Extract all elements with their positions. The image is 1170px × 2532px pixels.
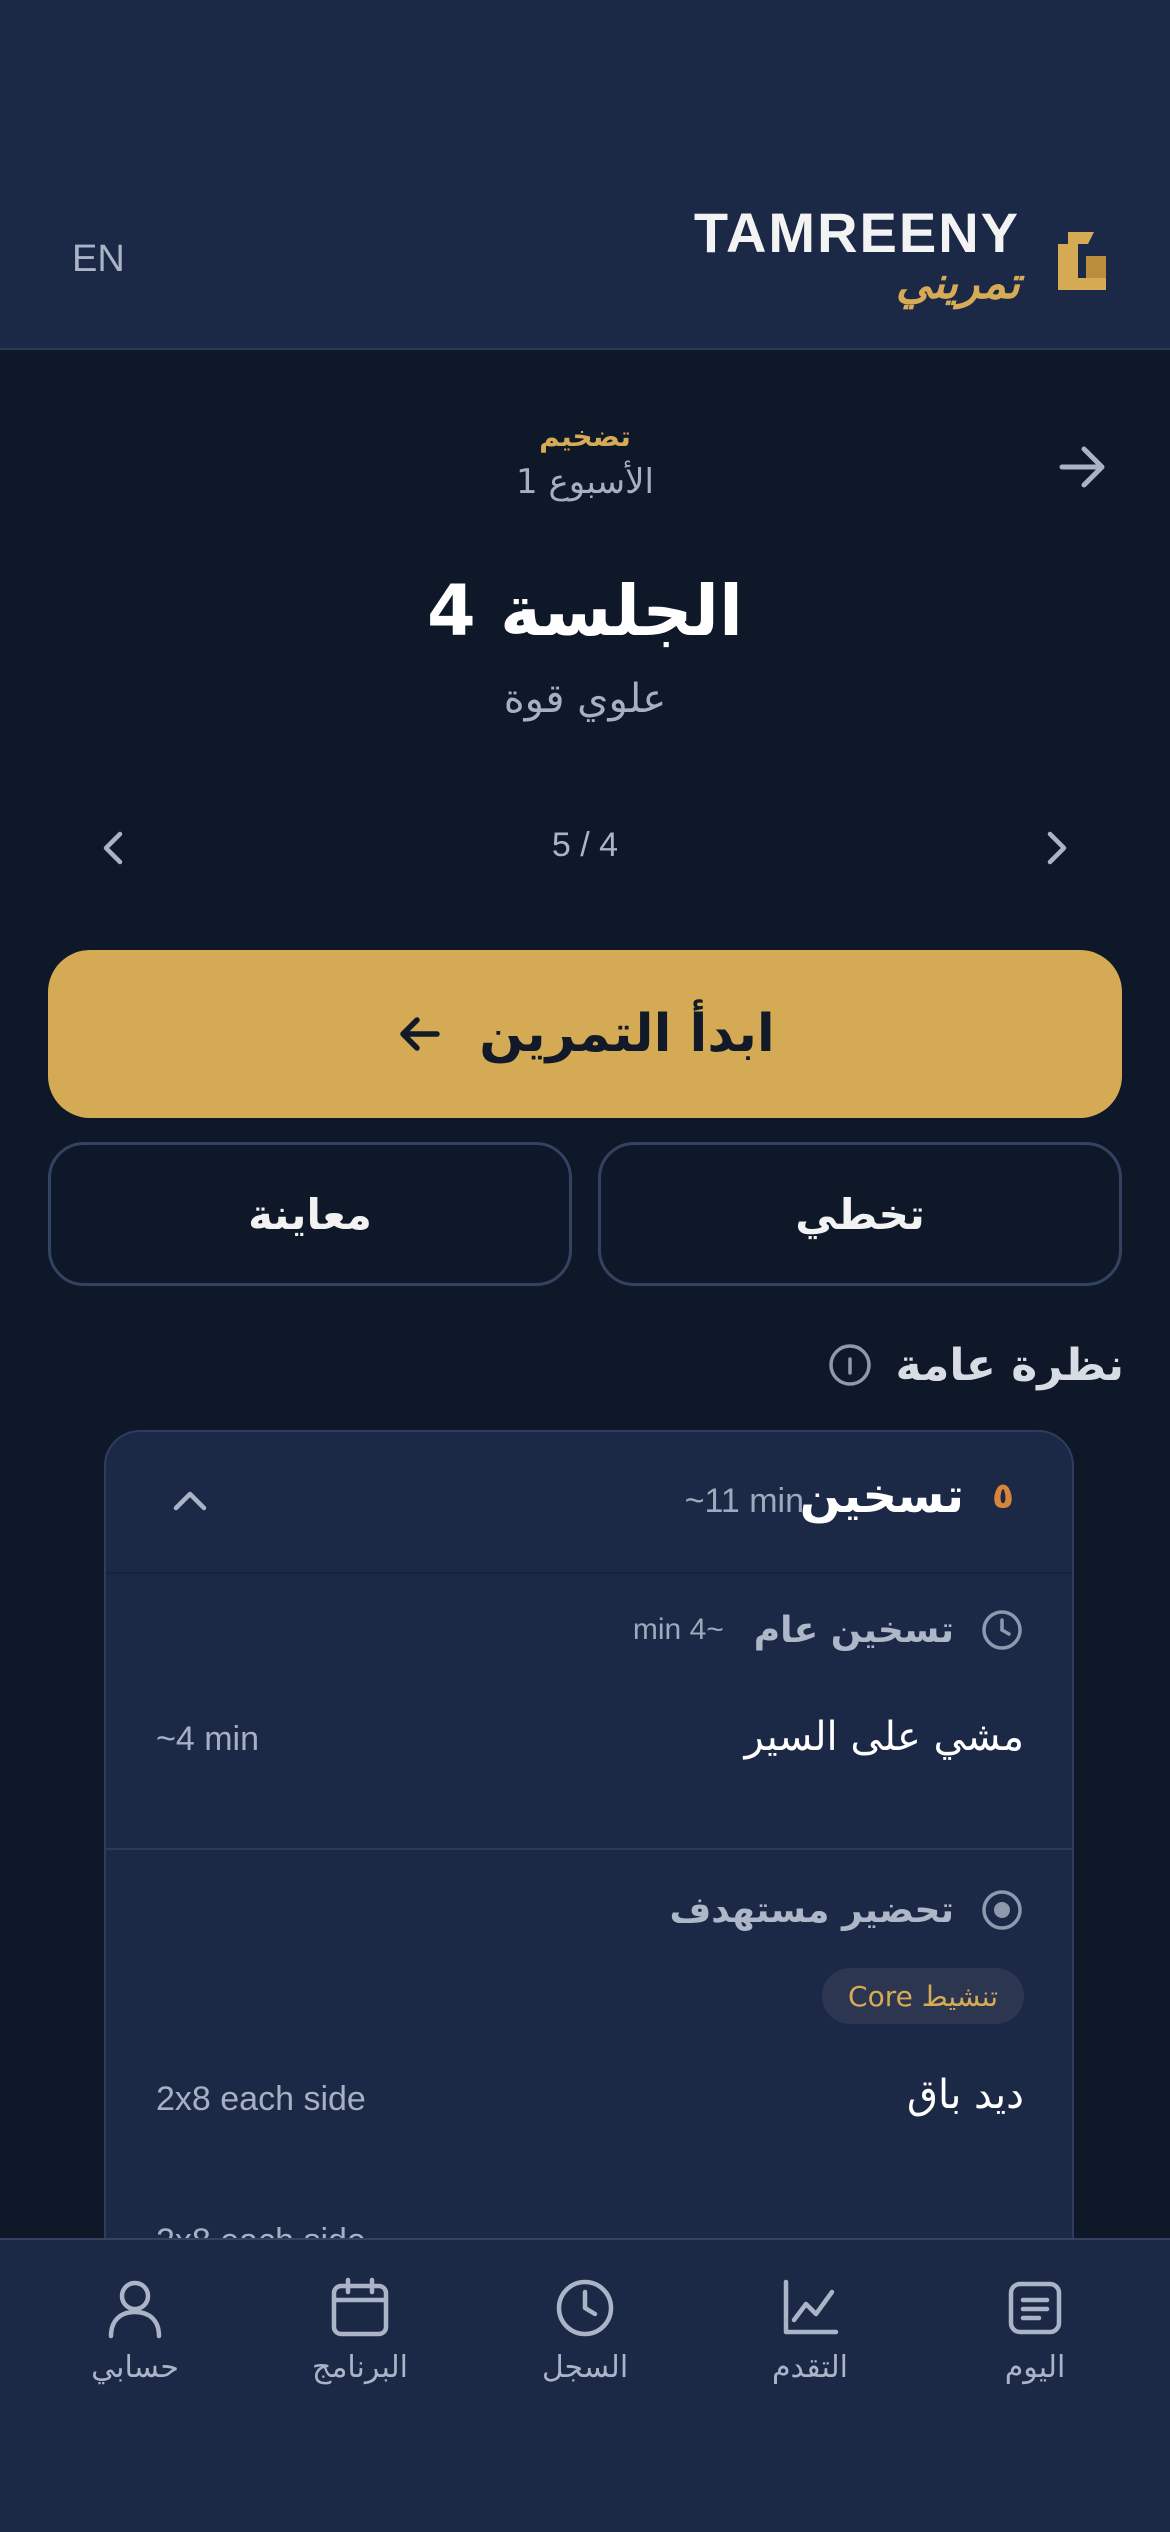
exercise-name[interactable]: ديد باق [907, 2072, 1024, 2118]
nav-label: السجل [541, 2350, 629, 2385]
exercise-detail: ~4 min [156, 1720, 259, 1758]
bottom-nav: اليوم التقدم السجل البرنامج حسابي [0, 2238, 1170, 2532]
target-icon [982, 1890, 1022, 1930]
section-general-warmup: تسخين عام ~4 min [633, 1602, 1024, 1658]
session-subtitle: علوي قوة [503, 676, 667, 722]
nav-item-progress[interactable]: التقدم [710, 2276, 910, 2385]
info-icon[interactable] [827, 1342, 873, 1388]
section-title: تحضير مستهدف [669, 1889, 954, 1931]
section-duration: ~4 min [632, 1613, 724, 1646]
warmup-number: ٥ [992, 1476, 1014, 1517]
history-clock-icon [556, 2279, 614, 2337]
nav-item-history[interactable]: السجل [485, 2276, 685, 2385]
calendar-icon [331, 2277, 389, 2337]
preview-button[interactable]: معاينة [48, 1142, 572, 1286]
nav-label: البرنامج [311, 2350, 408, 2385]
nav-label: التقدم [771, 2350, 849, 2385]
tamreeny-logo-icon [1058, 232, 1106, 290]
card-header-divider [106, 1572, 1072, 1574]
warmup-title: تسخين [799, 1468, 964, 1524]
nav-label: حسابي [91, 2350, 179, 2385]
today-icon [1008, 2281, 1062, 2335]
skip-button[interactable]: تخطي [598, 1142, 1122, 1286]
exercise-name[interactable]: مشي على السير [745, 1714, 1024, 1760]
chevron-up-icon[interactable] [164, 1476, 216, 1528]
section-title: تسخين عام [753, 1609, 954, 1651]
overview-header: نظرة عامة [827, 1330, 1124, 1400]
arrow-left-icon [400, 1017, 441, 1051]
app-header: EN TAMREENY تمريني [0, 0, 1170, 350]
nav-label: اليوم [1004, 2350, 1066, 2385]
brand-wordmark-latin: TAMREENY [693, 201, 1020, 264]
overview-title: نظرة عامة [895, 1339, 1124, 1391]
warmup-card-header[interactable]: ٥ تسخين ~11 min [106, 1432, 1072, 1574]
language-toggle[interactable]: EN [72, 238, 125, 281]
progress-chart-icon [783, 2279, 839, 2335]
nav-item-program[interactable]: البرنامج [260, 2276, 460, 2385]
nav-item-account[interactable]: حسابي [35, 2276, 235, 2385]
nav-item-today[interactable]: اليوم [935, 2276, 1135, 2385]
brand-wordmark-arabic: تمريني [895, 258, 1020, 309]
phase-label: تضخيم [539, 420, 631, 453]
section-divider [106, 1848, 1072, 1850]
session-pager-count: 5 / 4 [551, 826, 619, 864]
start-workout-button[interactable]: ابدأ التمرين [48, 950, 1122, 1118]
warmup-duration: ~11 min [684, 1482, 804, 1520]
start-workout-label: ابدأ التمرين [479, 1004, 775, 1064]
chevron-right-icon[interactable] [1030, 822, 1082, 874]
exercise-detail: 2x8 each side [156, 2080, 366, 2118]
user-icon [108, 2280, 162, 2339]
session-title: الجلسة 4 [426, 570, 744, 652]
clock-icon [982, 1610, 1022, 1650]
section-targeted-prep: تحضير مستهدف [669, 1882, 1024, 1938]
focus-tag: تنشيط Core [822, 1968, 1024, 2024]
week-label: الأسبوع 1 [516, 462, 654, 502]
